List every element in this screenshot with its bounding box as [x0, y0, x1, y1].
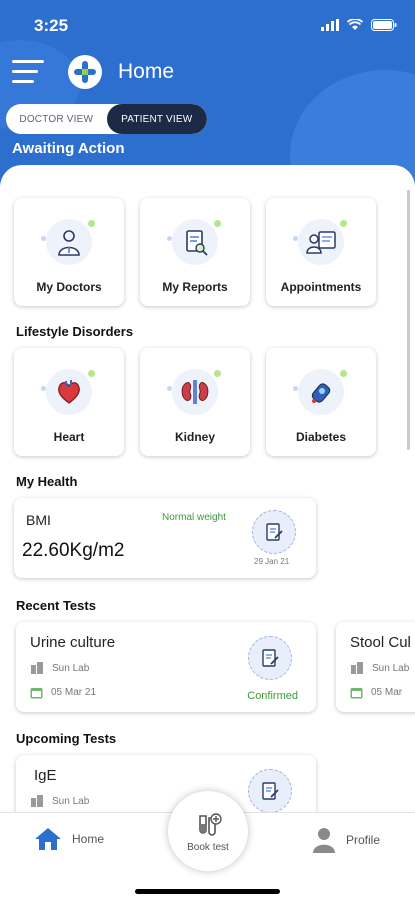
heart-icon — [41, 364, 97, 420]
view-toggle: DOCTOR VIEW PATIENT VIEW — [6, 104, 207, 134]
glucometer-icon — [293, 364, 349, 420]
lab-row: Sun Lab — [30, 662, 89, 674]
patient-view-tab[interactable]: PATIENT VIEW — [106, 104, 207, 134]
my-reports-tile[interactable]: My Reports — [140, 198, 250, 306]
nav-profile[interactable]: Profile — [312, 827, 380, 853]
wifi-icon — [346, 18, 364, 36]
tile-label: Heart — [53, 430, 85, 444]
lab-row: Sun Lab — [350, 662, 409, 674]
app-logo — [68, 55, 102, 89]
doctor-view-tab[interactable]: DOCTOR VIEW — [6, 104, 107, 134]
book-test-label: Book test — [187, 841, 229, 853]
scrollbar[interactable] — [407, 190, 410, 450]
menu-icon[interactable] — [12, 60, 44, 86]
date-row: 05 Mar — [350, 686, 402, 699]
home-icon — [35, 828, 61, 850]
tile-label: My Doctors — [36, 280, 102, 294]
status-icons — [321, 18, 397, 36]
battery-icon — [371, 18, 397, 36]
edit-document-icon — [248, 636, 292, 680]
calendar-icon — [30, 688, 43, 699]
lab-row: Sun Lab — [30, 795, 89, 807]
edit-document-icon — [252, 510, 296, 554]
lab-name: Sun Lab — [52, 795, 90, 807]
home-indicator — [135, 889, 280, 894]
tile-label: Appointments — [280, 280, 362, 294]
lab-name: Sun Lab — [52, 662, 90, 674]
main-content: My Doctors My Reports Appointments Lifes… — [0, 165, 415, 815]
profile-icon — [313, 828, 335, 853]
recent-test-card[interactable]: Urine culture Sun Lab 05 Mar 21 Confirme… — [16, 622, 316, 712]
recent-tests-section-title: Recent Tests — [16, 598, 96, 613]
upcoming-test-card[interactable]: IgE Sun Lab — [16, 755, 316, 815]
test-date: 05 Mar 21 — [51, 687, 97, 698]
my-doctors-tile[interactable]: My Doctors — [14, 198, 124, 306]
bmi-date: 29 Jan 21 — [254, 557, 290, 566]
kidney-icon — [167, 364, 223, 420]
status-bar: 3:25 — [0, 14, 415, 38]
diabetes-tile[interactable]: Diabetes — [266, 348, 376, 456]
bmi-value: 22.60Kg/m2 — [22, 540, 125, 561]
tile-label: Kidney — [174, 430, 215, 444]
lifestyle-section-title: Lifestyle Disorders — [16, 324, 134, 339]
bottom-nav: Home Book test Profile — [0, 791, 415, 900]
calendar-icon — [350, 688, 363, 699]
book-test-button[interactable]: Book test — [168, 791, 248, 871]
recent-test-card[interactable]: Stool Cul Sun Lab 05 Mar — [336, 622, 415, 712]
nav-profile-label: Profile — [346, 833, 381, 847]
building-icon — [31, 662, 43, 674]
lab-name: Sun Lab — [372, 662, 410, 674]
test-tube-icon — [199, 812, 222, 836]
test-name: Urine culture — [30, 634, 116, 651]
signal-icon — [321, 18, 339, 36]
bmi-status: Normal weight — [162, 512, 226, 523]
appointments-tile[interactable]: Appointments — [266, 198, 376, 306]
tile-label: My Reports — [162, 280, 228, 294]
building-icon — [351, 662, 363, 674]
date-row: 05 Mar 21 — [30, 686, 96, 699]
bmi-label: BMI — [26, 512, 51, 528]
test-name: Stool Cul — [350, 634, 411, 651]
awaiting-action-label[interactable]: Awaiting Action — [12, 140, 125, 157]
tile-label: Diabetes — [295, 430, 347, 444]
report-icon — [167, 214, 223, 270]
test-name: IgE — [34, 767, 57, 784]
upcoming-tests-section-title: Upcoming Tests — [16, 731, 117, 746]
status-badge: Confirmed — [247, 690, 298, 702]
nav-home-label: Home — [72, 832, 105, 846]
page-title: Home — [118, 60, 175, 83]
edit-document-icon — [248, 769, 292, 813]
building-icon — [31, 795, 43, 807]
status-time: 3:25 — [34, 16, 69, 35]
doctor-icon — [41, 214, 97, 270]
test-date: 05 Mar — [371, 687, 403, 698]
bmi-card[interactable]: BMI Normal weight 22.60Kg/m2 29 Jan 21 — [14, 498, 316, 578]
heart-tile[interactable]: Heart — [14, 348, 124, 456]
nav-home[interactable]: Home — [34, 827, 104, 851]
appointment-icon — [293, 214, 349, 270]
my-health-section-title: My Health — [16, 474, 78, 489]
kidney-tile[interactable]: Kidney — [140, 348, 250, 456]
